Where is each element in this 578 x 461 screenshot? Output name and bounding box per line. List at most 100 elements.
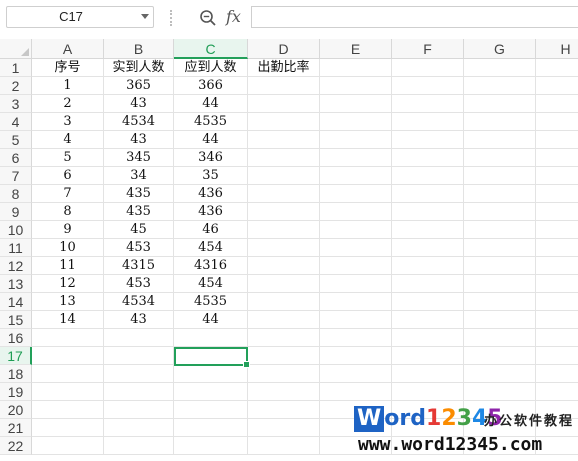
cell-a12[interactable]: 11 — [32, 257, 104, 275]
cell-h18[interactable] — [536, 365, 578, 383]
cell-e10[interactable] — [320, 221, 392, 239]
cell-a14[interactable]: 13 — [32, 293, 104, 311]
cell-e13[interactable] — [320, 275, 392, 293]
row-header-18[interactable]: 18 — [0, 365, 32, 383]
cell-b3[interactable]: 43 — [104, 95, 174, 113]
cell-g3[interactable] — [464, 95, 536, 113]
cell-e6[interactable] — [320, 149, 392, 167]
cell-h14[interactable] — [536, 293, 578, 311]
cell-g16[interactable] — [464, 329, 536, 347]
cell-c16[interactable] — [174, 329, 248, 347]
cell-f6[interactable] — [392, 149, 464, 167]
cell-d11[interactable] — [248, 239, 320, 257]
column-header-e[interactable]: E — [320, 39, 392, 59]
function-icon[interactable]: fx — [226, 6, 241, 28]
row-header-4[interactable]: 4 — [0, 113, 32, 131]
cell-d3[interactable] — [248, 95, 320, 113]
cell-h9[interactable] — [536, 203, 578, 221]
cell-d14[interactable] — [248, 293, 320, 311]
cell-g4[interactable] — [464, 113, 536, 131]
cell-d21[interactable] — [248, 419, 320, 437]
cell-c10[interactable]: 46 — [174, 221, 248, 239]
row-header-6[interactable]: 6 — [0, 149, 32, 167]
cell-d18[interactable] — [248, 365, 320, 383]
cell-c19[interactable] — [174, 383, 248, 401]
cell-h5[interactable] — [536, 131, 578, 149]
column-header-d[interactable]: D — [248, 39, 320, 59]
cell-g12[interactable] — [464, 257, 536, 275]
cell-e12[interactable] — [320, 257, 392, 275]
cell-b9[interactable]: 435 — [104, 203, 174, 221]
cell-g6[interactable] — [464, 149, 536, 167]
cell-e18[interactable] — [320, 365, 392, 383]
cell-a3[interactable]: 2 — [32, 95, 104, 113]
select-all-corner[interactable] — [0, 39, 32, 59]
cell-b18[interactable] — [104, 365, 174, 383]
cell-h3[interactable] — [536, 95, 578, 113]
cell-c13[interactable]: 454 — [174, 275, 248, 293]
cell-d5[interactable] — [248, 131, 320, 149]
row-header-15[interactable]: 15 — [0, 311, 32, 329]
row-header-13[interactable]: 13 — [0, 275, 32, 293]
cell-h2[interactable] — [536, 77, 578, 95]
cell-c11[interactable]: 454 — [174, 239, 248, 257]
cell-a13[interactable]: 12 — [32, 275, 104, 293]
cell-a7[interactable]: 6 — [32, 167, 104, 185]
column-header-h[interactable]: H — [536, 39, 578, 59]
cell-f14[interactable] — [392, 293, 464, 311]
cell-a18[interactable] — [32, 365, 104, 383]
cell-c18[interactable] — [174, 365, 248, 383]
cell-a16[interactable] — [32, 329, 104, 347]
cell-g17[interactable] — [464, 347, 536, 365]
cell-f11[interactable] — [392, 239, 464, 257]
cell-h13[interactable] — [536, 275, 578, 293]
cell-c15[interactable]: 44 — [174, 311, 248, 329]
cell-f16[interactable] — [392, 329, 464, 347]
cell-c7[interactable]: 35 — [174, 167, 248, 185]
cell-e2[interactable] — [320, 77, 392, 95]
cell-e5[interactable] — [320, 131, 392, 149]
cell-g2[interactable] — [464, 77, 536, 95]
cell-f15[interactable] — [392, 311, 464, 329]
cell-f10[interactable] — [392, 221, 464, 239]
cell-h1[interactable] — [536, 59, 578, 77]
cell-h11[interactable] — [536, 239, 578, 257]
cell-g11[interactable] — [464, 239, 536, 257]
name-box[interactable]: C17 — [6, 6, 154, 28]
row-header-11[interactable]: 11 — [0, 239, 32, 257]
cell-g9[interactable] — [464, 203, 536, 221]
column-header-b[interactable]: B — [104, 39, 174, 59]
column-header-f[interactable]: F — [392, 39, 464, 59]
cell-g14[interactable] — [464, 293, 536, 311]
cell-a20[interactable] — [32, 401, 104, 419]
cell-d4[interactable] — [248, 113, 320, 131]
cell-d19[interactable] — [248, 383, 320, 401]
cell-c4[interactable]: 4535 — [174, 113, 248, 131]
cell-g1[interactable] — [464, 59, 536, 77]
cell-f3[interactable] — [392, 95, 464, 113]
cell-d13[interactable] — [248, 275, 320, 293]
cell-a15[interactable]: 14 — [32, 311, 104, 329]
cell-c22[interactable] — [174, 437, 248, 455]
row-header-3[interactable]: 3 — [0, 95, 32, 113]
cell-g15[interactable] — [464, 311, 536, 329]
cell-g18[interactable] — [464, 365, 536, 383]
cell-c9[interactable]: 436 — [174, 203, 248, 221]
cell-b5[interactable]: 43 — [104, 131, 174, 149]
chevron-down-icon[interactable] — [141, 14, 149, 19]
cell-f9[interactable] — [392, 203, 464, 221]
row-header-1[interactable]: 1 — [0, 59, 32, 77]
cell-h6[interactable] — [536, 149, 578, 167]
column-header-c[interactable]: C — [174, 39, 248, 59]
row-header-12[interactable]: 12 — [0, 257, 32, 275]
cell-a10[interactable]: 9 — [32, 221, 104, 239]
cell-c1[interactable]: 应到人数 — [174, 59, 248, 77]
cell-c21[interactable] — [174, 419, 248, 437]
row-header-9[interactable]: 9 — [0, 203, 32, 221]
cell-h7[interactable] — [536, 167, 578, 185]
cell-b1[interactable]: 实到人数 — [104, 59, 174, 77]
cell-e8[interactable] — [320, 185, 392, 203]
cell-d1[interactable]: 出勤比率 — [248, 59, 320, 77]
cell-f5[interactable] — [392, 131, 464, 149]
cell-d16[interactable] — [248, 329, 320, 347]
